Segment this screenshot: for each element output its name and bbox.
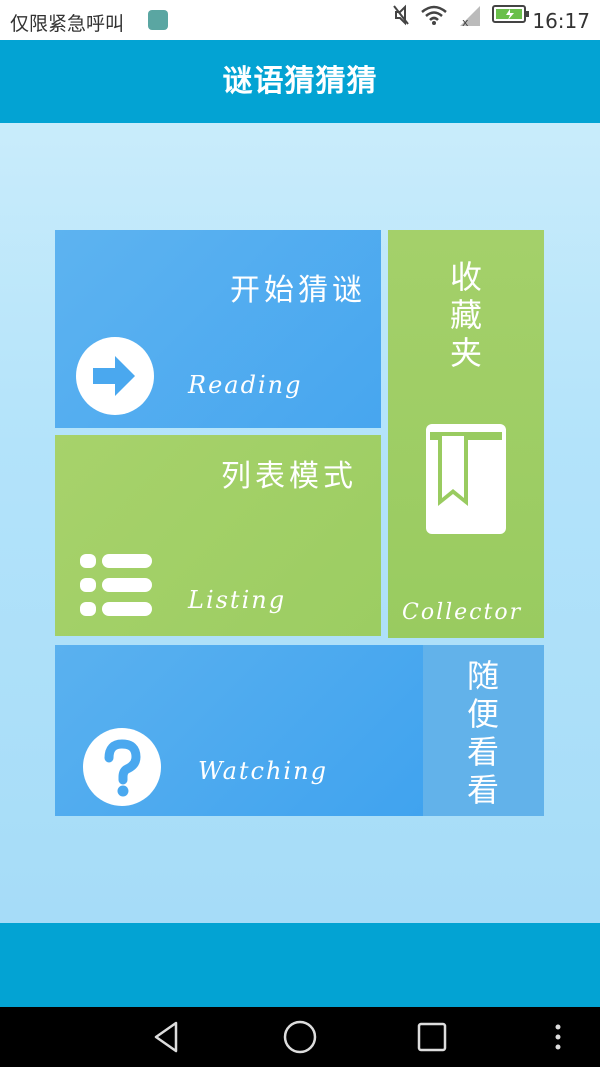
back-icon[interactable] [150, 1019, 186, 1055]
main-content: 开始猜谜 Reading 列表模式 Listing 收 藏 夹 Collecto… [0, 123, 600, 923]
app-header: 谜语猜猜猜 [0, 40, 600, 123]
play-arrow-icon [76, 337, 154, 415]
tile-sublabel: Collector [402, 600, 523, 625]
system-nav-bar [0, 1007, 600, 1067]
list-mode-tile[interactable]: 列表模式 Listing [55, 435, 381, 636]
battery-icon [492, 5, 529, 23]
tile-sublabel: Listing [188, 586, 287, 614]
tile-label-vertical: 收 藏 夹 [449, 258, 482, 372]
page-title: 谜语猜猜猜 [222, 64, 378, 99]
svg-text:x: x [462, 16, 469, 28]
watching-tile[interactable]: Watching [55, 645, 423, 816]
android-notification-icon [148, 10, 168, 30]
favorites-tile[interactable]: 收 藏 夹 Collector [388, 230, 544, 638]
more-options-icon[interactable] [540, 1019, 576, 1055]
recent-apps-icon[interactable] [414, 1019, 450, 1055]
clock: 16:17 [532, 9, 590, 33]
question-mark-icon [83, 728, 161, 806]
random-browse-tile[interactable]: 随 便 看 看 [423, 645, 544, 816]
signal-icon: x [460, 6, 480, 28]
tile-sublabel: Reading [188, 371, 303, 399]
tile-label-vertical: 随 便 看 看 [466, 657, 499, 809]
bookmark-book-icon [426, 424, 506, 534]
mute-icon [393, 4, 409, 26]
tile-sublabel: Watching [198, 757, 328, 785]
tile-label: 列表模式 [221, 459, 357, 494]
wifi-icon [421, 5, 447, 25]
status-bar: 仅限紧急呼叫 x 16:17 [0, 0, 600, 40]
carrier-text: 仅限紧急呼叫 [10, 13, 125, 35]
start-guessing-tile[interactable]: 开始猜谜 Reading [55, 230, 381, 428]
home-icon[interactable] [282, 1019, 318, 1055]
list-icon [80, 554, 152, 616]
bottom-bar [0, 923, 600, 1007]
tile-label: 开始猜谜 [230, 273, 366, 308]
